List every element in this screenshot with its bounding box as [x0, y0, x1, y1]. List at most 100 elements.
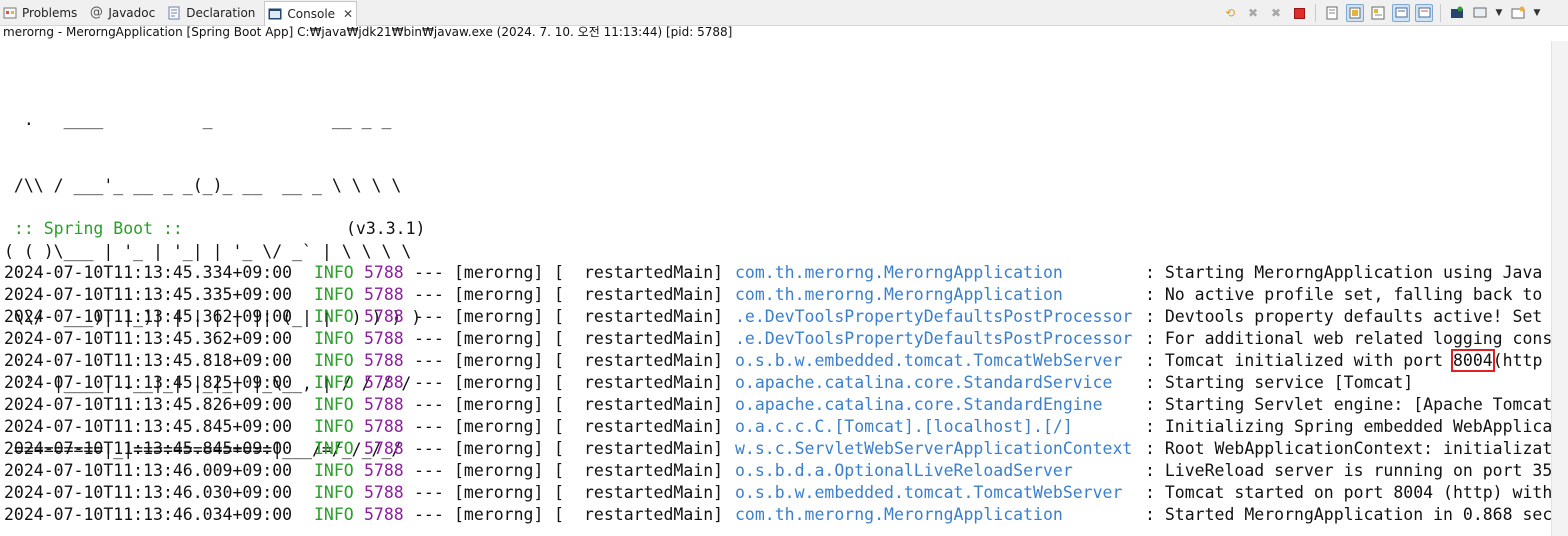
log-level: INFO — [314, 263, 354, 282]
log-logger: o.s.b.w.embedded.tomcat.TomcatWebServer — [735, 351, 1123, 370]
log-level: INFO — [314, 329, 354, 348]
log-logger: w.s.c.ServletWebServerApplicationContext — [735, 439, 1133, 458]
log-timestamp: 2024-07-10T11:13:45.825+09:00 — [4, 373, 293, 392]
log-level: INFO — [314, 307, 354, 326]
log-separator: --- — [414, 329, 444, 348]
log-pid: 5788 — [364, 395, 404, 414]
clear-console-icon[interactable] — [1323, 4, 1341, 22]
close-icon[interactable]: ✕ — [343, 7, 353, 21]
highlighted-port: 8004 — [1450, 349, 1495, 372]
log-separator: --- — [414, 351, 444, 370]
log-thread: restartedMain] — [584, 329, 724, 348]
log-thread: restartedMain] — [584, 461, 724, 480]
vertical-scrollbar[interactable] — [1551, 41, 1568, 536]
log-thread-bracket: [ — [554, 483, 564, 502]
log-separator: --- — [414, 439, 444, 458]
log-thread-bracket: [ — [554, 395, 564, 414]
word-wrap-icon[interactable] — [1369, 4, 1387, 22]
log-logger: o.apache.catalina.core.StandardEngine — [735, 395, 1103, 414]
log-logger: o.a.c.c.C.[Tomcat].[localhost].[/] — [735, 417, 1073, 436]
log-timestamp: 2024-07-10T11:13:45.334+09:00 — [4, 263, 293, 282]
log-separator: --- — [414, 505, 444, 524]
log-message: : No active profile set, falling back to — [1145, 285, 1543, 304]
tab-declaration[interactable]: Declaration — [164, 1, 258, 25]
remove-launch-icon[interactable]: ✖ — [1244, 4, 1262, 22]
log-thread: restartedMain] — [584, 417, 724, 436]
chevron-down-icon[interactable]: ▼ — [1494, 4, 1504, 22]
log-timestamp: 2024-07-10T11:13:45.335+09:00 — [4, 285, 293, 304]
log-app-name: [merorng] — [454, 351, 544, 370]
log-thread: restartedMain] — [584, 263, 724, 282]
show-on-stdout-icon[interactable] — [1392, 4, 1410, 22]
log-level: INFO — [314, 417, 354, 436]
relaunch-icon[interactable]: ⟲ — [1221, 4, 1239, 22]
launch-status-line: merorng - MerorngApplication [Spring Boo… — [3, 25, 733, 39]
log-timestamp: 2024-07-10T11:13:45.362+09:00 — [4, 329, 293, 348]
show-on-stderr-icon[interactable] — [1415, 4, 1433, 22]
log-message: : Devtools property defaults active! Set — [1145, 307, 1543, 326]
log-logger: com.th.merorng.MerorngApplication — [735, 263, 1063, 282]
log-thread-bracket: [ — [554, 307, 564, 326]
log-pid: 5788 — [364, 351, 404, 370]
log-app-name: [merorng] — [454, 307, 544, 326]
console-toolbar: ⟲ ✖ ✖ ▼ ▼ — [1221, 3, 1542, 23]
log-thread: restartedMain] — [584, 307, 724, 326]
log-thread-bracket: [ — [554, 439, 564, 458]
pin-console-icon[interactable] — [1448, 4, 1466, 22]
log-level: INFO — [314, 373, 354, 392]
log-message-tail: (http — [1492, 351, 1543, 370]
console-output[interactable]: . ____ _ __ _ _ /\\ / ___'_ __ _ _(_)_ _… — [0, 41, 1552, 536]
log-separator: --- — [414, 483, 444, 502]
log-logger: .e.DevToolsPropertyDefaultsPostProcessor — [735, 307, 1133, 326]
log-message: : Starting MerorngApplication using Java — [1145, 263, 1543, 282]
problems-icon — [2, 5, 18, 21]
tab-label: Console — [287, 6, 336, 21]
log-separator: --- — [414, 263, 444, 282]
tab-problems[interactable]: Problems — [0, 1, 80, 25]
log-app-name: [merorng] — [454, 285, 544, 304]
open-console-icon[interactable] — [1509, 4, 1527, 22]
log-thread: restartedMain] — [584, 285, 724, 304]
log-message: : Started MerorngApplication in 0.868 se… — [1145, 505, 1552, 524]
display-console-icon[interactable] — [1471, 4, 1489, 22]
log-pid: 5788 — [364, 483, 404, 502]
tab-console[interactable]: Console ✕ — [264, 0, 358, 26]
terminate-icon[interactable] — [1290, 4, 1308, 22]
toolbar-separator — [1315, 4, 1316, 22]
scroll-lock-icon[interactable] — [1346, 4, 1364, 22]
log-message: : Starting service [Tomcat] — [1145, 373, 1414, 392]
tab-label: Declaration — [186, 5, 256, 20]
log-message: : Initializing Spring embedded WebApplic… — [1145, 417, 1552, 436]
log-timestamp: 2024-07-10T11:13:45.845+09:00 — [4, 439, 293, 458]
log-logger: o.s.b.w.embedded.tomcat.TomcatWebServer — [735, 483, 1123, 502]
view-tab-bar: Problems @ Javadoc Declaration Console ✕… — [0, 0, 1568, 26]
banner-line: /\\ / ___'_ __ _ _(_)_ __ __ _ \ \ \ \ — [4, 176, 402, 195]
tab-javadoc[interactable]: @ Javadoc — [86, 1, 158, 25]
console-icon — [267, 6, 283, 22]
log-logger: com.th.merorng.MerorngApplication — [735, 285, 1063, 304]
log-timestamp: 2024-07-10T11:13:45.826+09:00 — [4, 395, 293, 414]
log-separator: --- — [414, 307, 444, 326]
log-timestamp: 2024-07-10T11:13:46.009+09:00 — [4, 461, 293, 480]
log-level: INFO — [314, 439, 354, 458]
log-app-name: [merorng] — [454, 461, 544, 480]
log-logger: com.th.merorng.MerorngApplication — [735, 505, 1063, 524]
remove-all-launches-icon[interactable]: ✖ — [1267, 4, 1285, 22]
log-pid: 5788 — [364, 329, 404, 348]
log-level: INFO — [314, 351, 354, 370]
log-thread-bracket: [ — [554, 329, 564, 348]
log-app-name: [merorng] — [454, 373, 544, 392]
log-timestamp: 2024-07-10T11:13:45.818+09:00 — [4, 351, 293, 370]
log-thread: restartedMain] — [584, 505, 724, 524]
log-pid: 5788 — [364, 505, 404, 524]
log-app-name: [merorng] — [454, 505, 544, 524]
log-pid: 5788 — [364, 285, 404, 304]
log-thread-bracket: [ — [554, 373, 564, 392]
chevron-down-icon[interactable]: ▼ — [1532, 4, 1542, 22]
log-separator: --- — [414, 461, 444, 480]
log-pid: 5788 — [364, 439, 404, 458]
log-message: : Root WebApplicationContext: initializa… — [1145, 439, 1552, 458]
log-timestamp: 2024-07-10T11:13:46.034+09:00 — [4, 505, 293, 524]
log-thread-bracket: [ — [554, 263, 564, 282]
log-pid: 5788 — [364, 461, 404, 480]
